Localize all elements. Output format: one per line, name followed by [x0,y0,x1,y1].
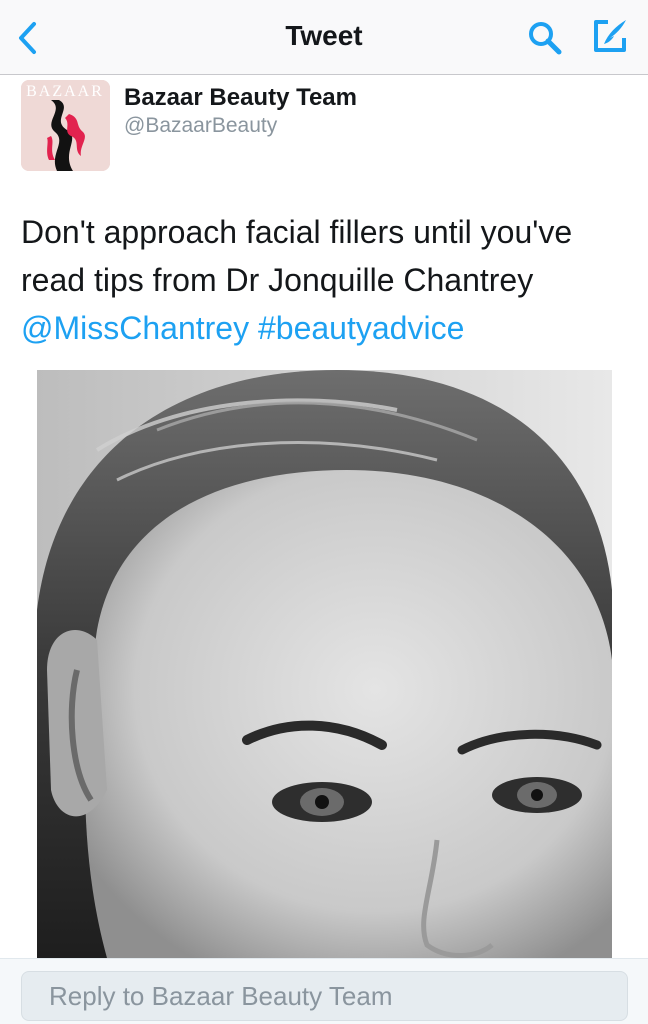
mention-link[interactable]: @MissChantrey [21,310,249,346]
portrait-photo [37,370,612,958]
tweet-text-line: Don't approach facial fillers until you'… [21,214,573,250]
tweet-photo[interactable] [37,370,612,958]
bazaar-logo-avatar: BAZAAR [21,80,110,171]
avatar[interactable]: BAZAAR [21,80,110,171]
search-icon [529,22,562,55]
tweet-text-line: @MissChantrey #beautyadvice [21,304,631,352]
svg-text:BAZAAR: BAZAAR [26,83,104,100]
tweet-text: Don't approach facial fillers until you'… [21,208,631,352]
search-button[interactable] [526,20,566,56]
reply-bar: Reply to Bazaar Beauty Team [0,958,648,1024]
reply-input[interactable]: Reply to Bazaar Beauty Team [21,971,628,1021]
author-name[interactable]: Bazaar Beauty Team [124,84,357,112]
hashtag-link[interactable]: #beautyadvice [258,310,464,346]
compose-button[interactable] [590,16,630,56]
tweet-text-line: read tips from Dr Jonquille Chantrey [21,262,534,298]
compose-icon [594,20,626,52]
author-handle[interactable]: @BazaarBeauty [124,114,277,138]
nav-bar: Tweet [0,0,648,75]
